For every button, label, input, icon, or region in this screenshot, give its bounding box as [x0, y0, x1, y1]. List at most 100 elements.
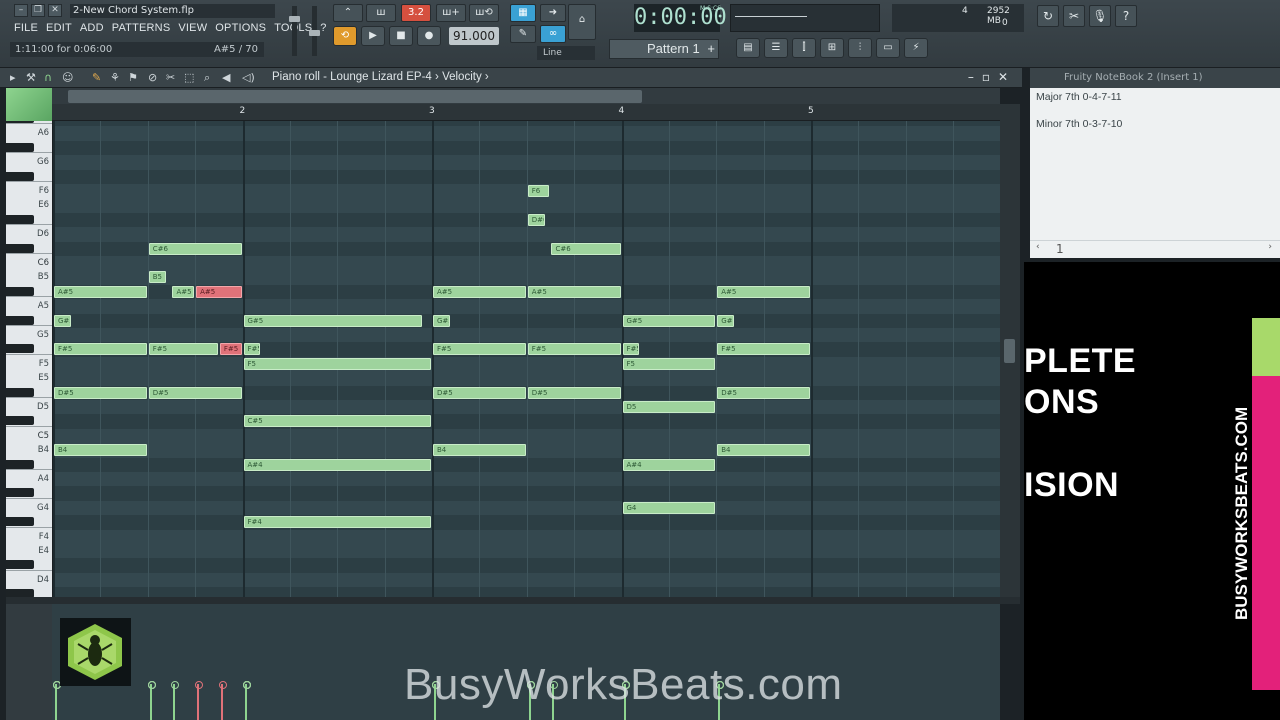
page-number[interactable]: 1	[1056, 242, 1064, 256]
note[interactable]: G#5	[622, 314, 716, 327]
piano-key-black[interactable]	[6, 387, 34, 397]
piano-keyboard[interactable]: A6 G6 F6 E6 D6 C6 B5 A5 G5 F5 E5 D5 C5 B4 A4 G4 F4 E4 D4	[6, 121, 53, 597]
note-grid[interactable]: C#6B5A#5A#5A#5G#5F#5F#5F#5D#5D#5B4G#5F#5…	[53, 121, 1000, 597]
note[interactable]: F5	[622, 357, 716, 370]
piano-key-black[interactable]	[6, 214, 34, 224]
note[interactable]: B5	[148, 271, 166, 284]
note[interactable]: C#6	[148, 242, 242, 255]
note[interactable]: F#5	[148, 343, 218, 356]
menu-add[interactable]: ADD	[80, 22, 104, 34]
menu-edit[interactable]: EDIT	[46, 22, 72, 34]
piano-key-black[interactable]	[6, 589, 34, 597]
prev-page-icon[interactable]: ‹	[1036, 242, 1040, 252]
channel-rack-icon[interactable]: ☰	[764, 38, 788, 58]
vertical-scroll-thumb[interactable]	[1004, 339, 1015, 363]
piano-key-black[interactable]	[6, 243, 34, 253]
vertical-scrollbar[interactable]	[1000, 104, 1020, 597]
menu-file[interactable]: FILE	[14, 22, 38, 34]
note[interactable]: A#5	[433, 285, 526, 298]
time-ruler[interactable]: 2 3 4 5	[52, 104, 1000, 121]
link-icon[interactable]: ∞	[540, 25, 566, 43]
velocity-bar[interactable]	[147, 681, 156, 720]
mixer-icon[interactable]: ⫶	[848, 38, 872, 58]
piano-key-black[interactable]	[6, 416, 34, 426]
countdown-icon[interactable]: ш+	[436, 4, 466, 22]
plug-icon[interactable]: ⚡	[904, 38, 928, 58]
note[interactable]: B4	[717, 444, 810, 457]
slice-tool-icon[interactable]: ✂	[166, 71, 175, 84]
pencil-icon[interactable]: ✎	[510, 25, 536, 43]
menu-patterns[interactable]: PATTERNS	[112, 22, 171, 34]
note[interactable]: B4	[54, 444, 147, 457]
loop-record-icon[interactable]: ш⟲	[469, 4, 499, 22]
note[interactable]: A#4	[243, 458, 431, 471]
note[interactable]: F#5	[717, 343, 810, 356]
note[interactable]: F#4	[243, 516, 431, 529]
refresh-icon[interactable]: ↻	[1037, 5, 1059, 27]
note[interactable]: G4	[622, 501, 716, 514]
step-edit-button[interactable]: 3.2	[401, 4, 431, 22]
microphone-icon[interactable]: 🎙	[1089, 5, 1111, 27]
piano-key-black[interactable]	[6, 171, 34, 181]
delete-tool-icon[interactable]: ⚑	[128, 71, 138, 84]
piano-roll-window-controls[interactable]: –▫✕	[968, 70, 1016, 84]
record-button[interactable]: ●	[417, 26, 441, 46]
piano-key-black[interactable]	[6, 459, 34, 469]
menu-view[interactable]: VIEW	[178, 22, 207, 34]
note[interactable]: G#5	[54, 314, 71, 327]
note[interactable]: F#5	[433, 343, 526, 356]
note[interactable]: F5	[243, 357, 431, 370]
note[interactable]: A#4	[622, 458, 716, 471]
piano-roll-target[interactable]: Velocity	[442, 71, 482, 83]
metronome-icon[interactable]: ⌃	[333, 4, 363, 22]
smile-icon[interactable]: ☺	[62, 71, 73, 84]
note[interactable]: A#5	[172, 285, 195, 298]
velocity-bar[interactable]	[242, 681, 251, 720]
note[interactable]: D#5	[148, 386, 242, 399]
plus-icon[interactable]: +	[707, 40, 715, 58]
note[interactable]: A#5	[717, 285, 810, 298]
next-page-icon[interactable]: ›	[1268, 242, 1272, 252]
note[interactable]: C#5	[243, 415, 431, 428]
piano-key-black[interactable]	[6, 344, 34, 354]
zoom-tool-icon[interactable]: ⌕	[204, 71, 210, 85]
master-volume-slider[interactable]	[292, 6, 297, 56]
plugin-picker-icon[interactable]: ▭	[876, 38, 900, 58]
menu-arrow-icon[interactable]: ▸	[10, 71, 16, 84]
note[interactable]: D#5	[54, 386, 147, 399]
menu-help[interactable]: ?	[320, 22, 326, 34]
browser-icon[interactable]: ⊞	[820, 38, 844, 58]
note[interactable]: A#5	[196, 285, 242, 298]
select-tool-icon[interactable]: ⬚	[184, 71, 194, 84]
mute-tool-icon[interactable]: ⊘	[148, 71, 157, 84]
hat-icon[interactable]: ⌂	[568, 4, 596, 40]
timeline-scroll-thumb[interactable]	[68, 90, 642, 103]
stop-button[interactable]: ■	[389, 26, 413, 46]
note[interactable]: D#5	[527, 386, 621, 399]
play-button[interactable]: ▶	[361, 26, 385, 46]
speaker-icon[interactable]: ◁)	[242, 71, 255, 84]
cut-icon[interactable]: ✂	[1063, 5, 1085, 27]
note[interactable]: D5	[622, 401, 716, 413]
piano-roll-icon[interactable]: ⫿	[792, 38, 816, 58]
keyboard-view-icon[interactable]: ▦	[510, 4, 536, 22]
note[interactable]: A#5	[527, 285, 621, 298]
piano-key-black[interactable]	[6, 517, 34, 527]
wrench-icon[interactable]: ⚒	[26, 71, 36, 84]
pattern-song-toggle[interactable]: ⟲	[333, 26, 357, 46]
snap-selector[interactable]: Line	[537, 46, 595, 60]
notebook-page[interactable]: Major 7th 0-4-7-11 Minor 7th 0-3-7-10	[1030, 88, 1280, 240]
note[interactable]: F#5	[527, 343, 621, 356]
restore-icon[interactable]: ❐	[31, 4, 45, 17]
pattern-selector[interactable]: Pattern 1 +	[609, 39, 719, 59]
tempo-display[interactable]: 91.000	[449, 27, 499, 45]
close-icon[interactable]: ✕	[48, 4, 62, 17]
note[interactable]: D#5	[717, 386, 810, 399]
velocity-bar[interactable]	[218, 681, 227, 720]
typing-keyboard-icon[interactable]: ш	[366, 4, 396, 22]
master-volume-handle[interactable]	[289, 16, 300, 22]
note[interactable]: D#6	[527, 213, 545, 226]
note[interactable]: G#5	[433, 314, 450, 327]
note[interactable]: F#5	[243, 343, 261, 356]
playback-tool-icon[interactable]: ◀	[222, 71, 230, 84]
